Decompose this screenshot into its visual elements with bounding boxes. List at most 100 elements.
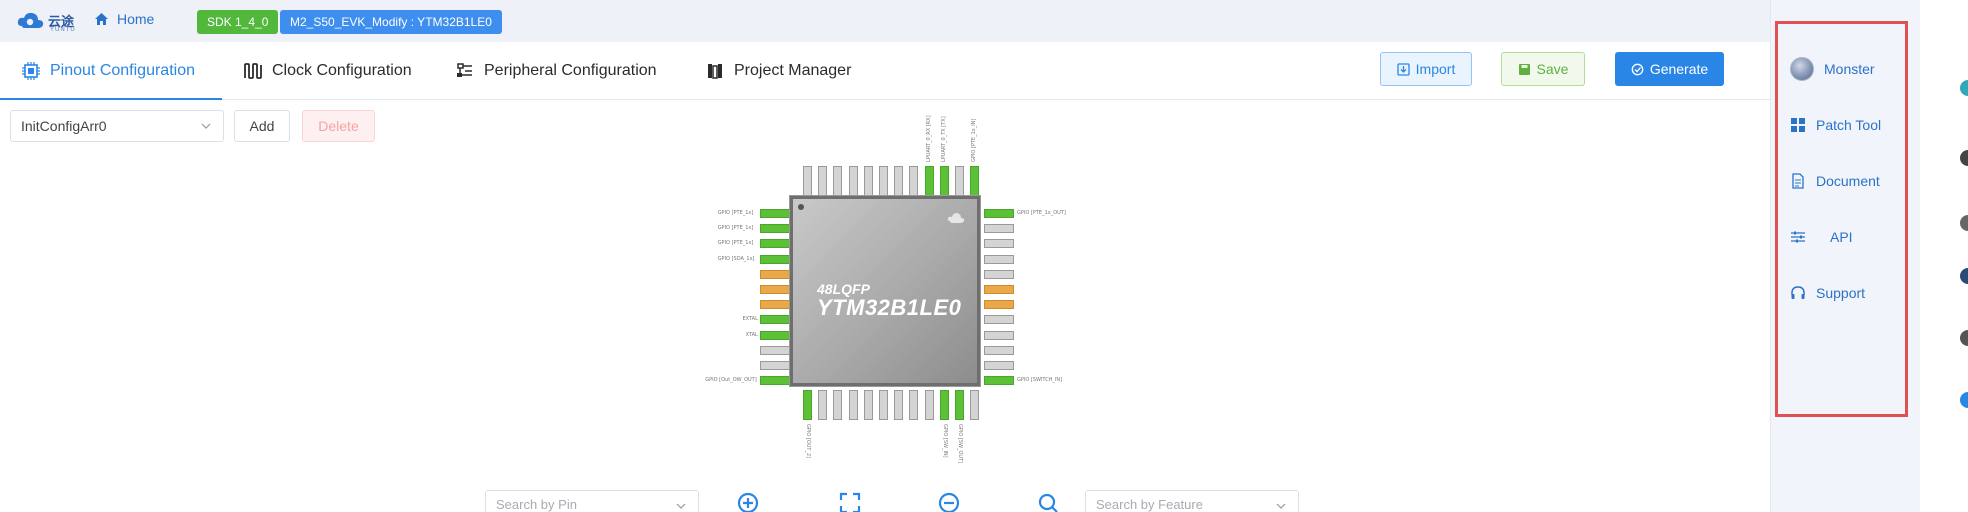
pin-left-vrefh[interactable] — [760, 285, 790, 294]
pin-left-ptd_1[interactable] — [760, 224, 790, 234]
search-icon[interactable] — [1036, 491, 1060, 512]
chevron-down-icon — [676, 503, 686, 509]
strip-mark — [1960, 330, 1968, 346]
pin-top-ptd_1[interactable] — [955, 166, 964, 196]
pin-bottom-pte_2[interactable] — [818, 390, 828, 420]
chevron-down-icon — [201, 123, 211, 129]
strip-mark — [1960, 268, 1968, 284]
pin-function-label: GPIO [PTE_1x] — [717, 240, 754, 247]
pin-function-label: GPIO [PTE_1x_IN] — [971, 118, 978, 162]
pin1-marker — [798, 204, 804, 210]
save-label: Save — [1536, 61, 1569, 77]
pin-function-label: GPIO [SW_OUT] — [957, 424, 963, 464]
pin-top-ptc_4[interactable] — [909, 166, 919, 196]
pin-bottom-ptb_2[interactable] — [939, 390, 949, 420]
pin-function-label: EXTAL — [742, 316, 758, 323]
import-label: Import — [1415, 61, 1456, 77]
search-by-feature-select[interactable]: Search by Feature — [1085, 490, 1299, 512]
app-window: 云途 YUNTU Home SDK 1_4_0 M2_S50_EVK_Modif… — [0, 0, 1968, 512]
pin-right-ptc_1[interactable] — [984, 315, 1014, 325]
tab-label: Clock Configuration — [272, 62, 412, 79]
pin-function-label: GPIO [Out_OW_OUT] — [705, 377, 757, 384]
pin-top-pta_3[interactable] — [924, 166, 934, 196]
import-button[interactable]: Import — [1380, 52, 1472, 86]
pin-left-pte_5[interactable] — [760, 376, 790, 386]
pin-bottom-ptc_8[interactable] — [879, 390, 888, 420]
pin-right-pta_1[interactable] — [984, 224, 1014, 234]
active-tab-indicator — [0, 98, 222, 100]
pin-right-ptb_12[interactable] — [984, 269, 1014, 279]
project-manager-icon — [708, 64, 722, 79]
pin-left-vss[interactable] — [760, 300, 790, 310]
pin-left-pte_13[interactable] — [760, 361, 790, 370]
pin-bottom-ptb_4[interactable] — [909, 390, 919, 420]
generate-label: Generate — [1649, 61, 1709, 77]
pin-function-label: GPIO [PTE_1x] — [717, 210, 754, 216]
pin-bottom-ptb_1[interactable] — [955, 390, 964, 420]
pin-top-pta_2[interactable] — [939, 166, 949, 196]
pin-right-ptc_0[interactable] — [984, 330, 1014, 340]
pin-function-label: XTAL — [745, 331, 758, 338]
home-icon — [95, 13, 108, 25]
pin-bottom-ptb_5[interactable] — [894, 390, 904, 420]
pin-top-pta_5[interactable] — [833, 166, 843, 196]
pin-bottom-ptb_3[interactable] — [924, 390, 934, 420]
pin-left-ptb_7[interactable] — [760, 315, 790, 325]
tab-clock-configuration[interactable]: Clock Configuration — [244, 42, 412, 100]
chevron-down-icon — [1276, 503, 1286, 509]
save-button[interactable]: Save — [1501, 52, 1585, 86]
project-badge[interactable]: M2_S50_EVK_Modify : YTM32B1LE0 — [280, 10, 502, 34]
pin-top-ptc_5[interactable] — [894, 166, 904, 196]
pin-right-vdd[interactable] — [984, 300, 1014, 310]
search-by-pin-select[interactable]: Search by Pin — [485, 490, 699, 512]
pin-bottom-ptb_0[interactable] — [970, 390, 980, 420]
zoom-in-icon[interactable] — [736, 491, 760, 512]
init-config-select[interactable]: InitConfigArr0 — [10, 110, 224, 142]
pin-left-ptd_0[interactable] — [760, 209, 790, 218]
chip-icon — [22, 62, 40, 80]
pin-right-ptb_9[interactable] — [984, 345, 1014, 355]
pin-top-ptc_6[interactable] — [879, 166, 888, 196]
pin-left-ptb_6[interactable] — [760, 330, 790, 340]
pin-top-pta_7[interactable] — [803, 166, 812, 196]
tab-pinout-configuration[interactable]: Pinout Configuration — [22, 42, 195, 100]
delete-config-button[interactable]: Delete — [302, 110, 375, 142]
pin-left-pte_14[interactable] — [760, 345, 790, 355]
mcu-chip: 48LQFP YTM32B1LE0 — [790, 196, 980, 386]
sdk-version-badge[interactable]: SDK 1_4_0 — [197, 10, 279, 34]
pin-function-label: GPIO [PTE_1x_OUT] — [1017, 210, 1066, 216]
tab-label: Project Manager — [734, 62, 852, 79]
title-bar: 云途 YUNTU Home SDK 1_4_0 M2_S50_EVK_Modif… — [0, 0, 1770, 42]
pin-right-pta_2[interactable] — [984, 239, 1014, 249]
pin-right-vss[interactable] — [984, 285, 1014, 294]
pin-left-vdd[interactable] — [760, 269, 790, 279]
pin-bottom-pte_0[interactable] — [848, 390, 858, 420]
pin-bottom-pte_1[interactable] — [833, 390, 843, 420]
home-link[interactable]: Home — [94, 11, 154, 27]
pin-bottom-pte_3[interactable] — [803, 390, 812, 420]
pin-bottom-ptc_9[interactable] — [863, 390, 873, 420]
pin-top-ptc_7[interactable] — [863, 166, 873, 196]
pin-right-pta_3[interactable] — [984, 254, 1014, 264]
add-config-button[interactable]: Add — [234, 110, 290, 142]
strip-mark — [1960, 215, 1968, 231]
pin-function-label: LPUART_0_TX [TX] — [940, 116, 947, 162]
pin-right-ptd_7[interactable] — [984, 376, 1014, 386]
import-icon — [1397, 62, 1410, 76]
zoom-out-icon[interactable] — [937, 491, 961, 512]
tab-peripheral-configuration[interactable]: Peripheral Configuration — [456, 42, 657, 100]
pin-left-ptd_2[interactable] — [760, 239, 790, 249]
pin-right-pta_0[interactable] — [984, 209, 1014, 218]
fit-view-icon[interactable] — [838, 491, 862, 512]
tab-project-manager[interactable]: Project Manager — [706, 42, 851, 100]
pin-left-ptd_3[interactable] — [760, 254, 790, 264]
clock-wave-icon — [244, 63, 262, 79]
chip-name-label: YTM32B1LE0 — [817, 295, 962, 320]
pin-top-ptd_0[interactable] — [970, 166, 980, 196]
feature-search-placeholder: Search by Feature — [1096, 497, 1203, 512]
pin-top-pta_6[interactable] — [818, 166, 828, 196]
generate-button[interactable]: Generate — [1615, 52, 1724, 86]
chip-brand-icon — [947, 213, 965, 223]
pin-right-ptb_8[interactable] — [984, 361, 1014, 370]
pin-top-pta_4[interactable] — [848, 166, 858, 196]
